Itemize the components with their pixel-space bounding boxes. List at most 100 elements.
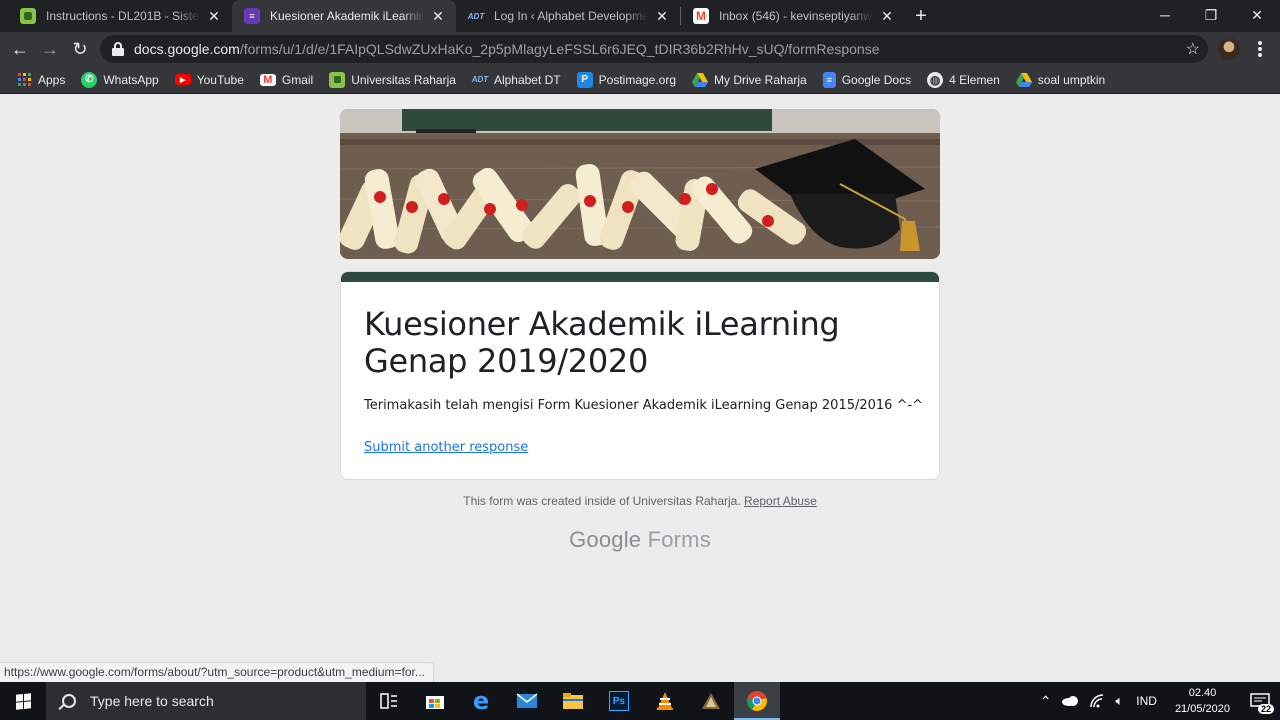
bookmark-gmail[interactable]: M Gmail [252,68,321,92]
address-bar[interactable]: docs.google.com/forms/u/1/d/e/1FAIpQLSdw… [100,35,1208,63]
apps-grid-icon [16,72,32,88]
bookmark-label: Postimage.org [598,72,677,87]
bookmark-postimage[interactable]: P Postimage.org [569,68,684,92]
tab-title: Inbox (546) - kevinseptiyanw@gmail.com [719,9,873,23]
minimize-icon[interactable]: ─ [1142,0,1188,30]
link-hover-status: https://www.google.com/forms/about/?utm_… [0,662,434,682]
form-accent-bar [341,272,939,282]
start-button[interactable] [0,682,46,720]
bookmark-4-elemen[interactable]: ◍ 4 Elemen [919,68,1008,92]
windows-taskbar: Type here to search e Ps ⌃ 🔈︎ IND 02.40 … [0,682,1280,720]
google-drive-icon [1015,72,1032,88]
input-language[interactable]: IND [1128,694,1165,708]
menu-kebab-icon[interactable] [1250,39,1270,59]
bookmark-alphabet-dt[interactable]: ADT Alphabet DT [464,68,569,92]
browser-toolbar: ← → ↻ docs.google.com/forms/u/1/d/e/1FAI… [0,32,1280,66]
photoshop-icon[interactable]: Ps [596,682,642,720]
bookmark-label: 4 Elemen [949,72,1000,87]
forward-arrow-icon[interactable]: → [35,34,65,64]
clock-time: 02.40 [1188,687,1217,699]
gmail-favicon: M [693,8,709,24]
bookmark-label: YouTube [196,72,244,87]
logo-forms-text: Forms [647,527,711,552]
form-footer-note: This form was created inside of Universi… [0,494,1280,508]
bookmark-soal-umptkin[interactable]: soal umptkin [1008,68,1113,92]
window-controls: ─ ❐ ✕ [1142,0,1280,30]
mail-app-icon[interactable] [504,682,550,720]
action-center-icon[interactable]: 22 [1240,682,1280,720]
close-tab-icon[interactable]: ✕ [206,8,222,24]
submit-another-response-link[interactable]: Submit another response [364,440,528,455]
new-tab-button[interactable]: + [905,0,937,32]
confirmation-message: Terimakasih telah mengisi Form Kuesioner… [364,398,924,413]
url-path: /forms/u/1/d/e/1FAIpQLSdwZUxHaKo_2p5pMla… [239,41,880,57]
bookmark-star-icon[interactable]: ☆ [1186,39,1200,59]
bookmark-universitas-raharja[interactable]: Universitas Raharja [321,68,464,92]
tab-title: Log In ‹ Alphabet Development Team [494,9,648,23]
adt-icon: ADT [471,75,489,84]
clock[interactable]: 02.40 21/05/2020 [1165,685,1240,717]
lock-icon [112,42,124,56]
url-text: docs.google.com/forms/u/1/d/e/1FAIpQLSdw… [134,41,879,57]
close-window-icon[interactable]: ✕ [1234,0,1280,30]
google-docs-icon: ≡ [822,71,836,88]
google-drive-icon [692,72,709,88]
tab-title: Instructions - DL201B - Sistem Basis Dat… [46,9,200,23]
close-tab-icon[interactable]: ✕ [654,8,670,24]
report-abuse-link[interactable]: Report Abuse [744,494,817,508]
task-view-icon[interactable] [366,682,412,720]
logo-google-text: Google [569,527,642,552]
bookmark-label: Gmail [281,72,314,87]
vlc-player-icon[interactable] [642,682,688,720]
google-forms-logo[interactable]: Google Forms [0,527,1280,553]
taskbar-search-box[interactable]: Type here to search [46,682,366,720]
close-tab-icon[interactable]: ✕ [430,8,446,24]
form-header-image [340,109,940,259]
back-arrow-icon[interactable]: ← [5,34,35,64]
tab-instructions[interactable]: Instructions - DL201B - Sistem Basis Dat… [8,0,232,32]
bookmark-my-drive-raharja[interactable]: My Drive Raharja [684,68,815,92]
microsoft-store-icon[interactable] [412,682,458,720]
form-title: Kuesioner Akademik iLearning Genap 2019/… [364,305,840,380]
profile-avatar[interactable] [1218,38,1240,60]
search-placeholder: Type here to search [90,693,214,709]
windows-logo-icon [15,692,31,710]
chrome-taskbar-icon[interactable] [734,682,780,720]
system-tray: ⌃ 🔈︎ IND 02.40 21/05/2020 22 [1035,682,1280,720]
onedrive-cloud-icon[interactable] [1056,696,1084,706]
tab-alphabet-login[interactable]: ADT Log In ‹ Alphabet Development Team ✕ [456,0,680,32]
url-host: docs.google.com [134,41,240,57]
bookmark-google-docs[interactable]: ≡ Google Docs [815,68,919,92]
volume-icon[interactable]: 🔈︎ [1110,693,1128,709]
file-explorer-icon[interactable] [550,682,596,720]
game-app-icon[interactable] [688,682,734,720]
youtube-icon: ▶ [174,74,191,85]
tab-kuesioner[interactable]: ≡ Kuesioner Akademik iLearning Genap 201… [232,0,456,32]
close-tab-icon[interactable]: ✕ [879,8,895,24]
whatsapp-icon: ✆ [81,71,98,88]
chevron-up-icon[interactable]: ⌃ [1035,693,1057,710]
bookmark-label: Google Docs [841,72,912,87]
raharja-icon [329,71,346,88]
form-page: Kuesioner Akademik iLearning Genap 2019/… [0,95,1280,682]
bookmark-youtube[interactable]: ▶ YouTube [167,68,252,92]
confirmation-card: Kuesioner Akademik iLearning Genap 2019/… [340,271,940,480]
search-icon [62,694,76,708]
bookmark-apps[interactable]: Apps [8,68,73,92]
google-forms-favicon: ≡ [244,8,260,24]
gmail-icon: M [259,73,276,86]
bookmark-label: WhatsApp [103,72,159,87]
tab-gmail-inbox[interactable]: M Inbox (546) - kevinseptiyanw@gmail.com… [681,0,905,32]
wifi-icon[interactable] [1084,694,1110,708]
ilearning-favicon [20,8,36,24]
bookmark-label: soal umptkin [1037,72,1106,87]
globe-icon: ◍ [927,71,944,88]
edge-browser-icon[interactable]: e [458,682,504,720]
postimage-icon: P [576,71,593,88]
restore-icon[interactable]: ❐ [1188,0,1234,30]
bookmark-whatsapp[interactable]: ✆ WhatsApp [73,68,166,92]
footer-note-text: This form was created inside of Universi… [463,494,741,508]
bookmark-label: Apps [38,72,66,87]
bookmarks-bar: Apps ✆ WhatsApp ▶ YouTube M Gmail Univer… [0,66,1280,94]
reload-icon[interactable]: ↻ [65,34,95,64]
